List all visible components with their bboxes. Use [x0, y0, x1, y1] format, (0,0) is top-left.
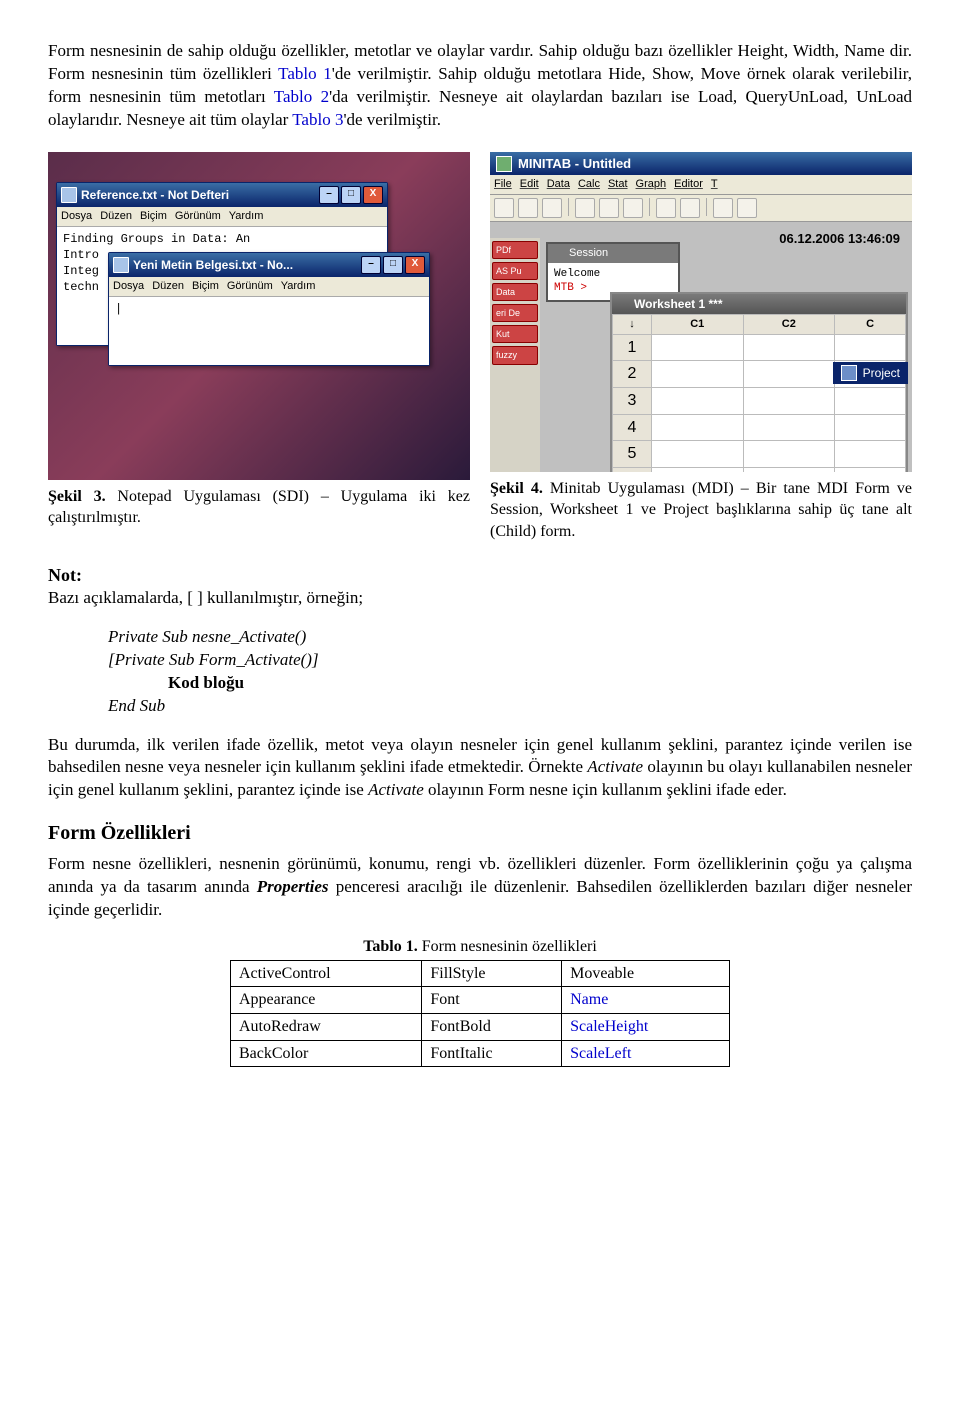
window-title-2: Yeni Metin Belgesi.txt - No...: [133, 257, 293, 273]
copy-icon[interactable]: [599, 198, 619, 218]
worksheet-grid[interactable]: ↓C1C2C 1 2 3 4 5 6: [612, 314, 906, 472]
project-button[interactable]: Project: [833, 362, 908, 384]
print-icon[interactable]: [542, 198, 562, 218]
maximize-button[interactable]: □: [341, 186, 361, 204]
save-icon[interactable]: [518, 198, 538, 218]
minitab-screenshot-mdi: MINITAB - Untitled FileEditDataCalcStatG…: [490, 152, 912, 472]
menu-bar[interactable]: DosyaDüzenBiçimGörünümYardım: [109, 277, 429, 297]
figures-row: Reference.txt - Not Defteri – □ X DosyaD…: [48, 152, 912, 543]
figure-3: Reference.txt - Not Defteri – □ X DosyaD…: [48, 152, 470, 529]
minimize-button[interactable]: –: [361, 256, 381, 274]
note-heading: Not:: [48, 563, 912, 587]
cut-icon[interactable]: [575, 198, 595, 218]
figure-4-caption: Şekil 4. Minitab Uygulaması (MDI) – Bir …: [490, 478, 912, 543]
explanation-paragraph: Bu durumda, ilk verilen ifade özellik, m…: [48, 734, 912, 803]
redo-icon[interactable]: [680, 198, 700, 218]
note-text: Bazı açıklamalarda, [ ] kullanılmıştır, …: [48, 587, 912, 610]
form-properties-table: ActiveControlFillStyleMoveable Appearance…: [230, 960, 730, 1067]
link-table3[interactable]: Tablo 3: [292, 110, 343, 129]
table-cell: Moveable: [562, 960, 730, 987]
window-title-1: Reference.txt - Not Defteri: [81, 187, 229, 203]
table-cell: AutoRedraw: [231, 1013, 422, 1040]
project-icon: [841, 365, 857, 381]
table-cell: BackColor: [231, 1040, 422, 1067]
table-cell: ActiveControl: [231, 960, 422, 987]
table-cell: FontBold: [422, 1013, 562, 1040]
minimize-button[interactable]: –: [319, 186, 339, 204]
timestamp: 06.12.2006 13:46:09: [779, 230, 900, 248]
close-button[interactable]: X: [405, 256, 425, 274]
form-properties-paragraph: Form nesne özellikleri, nesnenin görünüm…: [48, 853, 912, 922]
table-cell: FillStyle: [422, 960, 562, 987]
section-heading-form-ozellikleri: Form Özellikleri: [48, 820, 912, 847]
left-sidebar: PDf AS Pu Data eri De Kut fuzzy: [490, 238, 540, 472]
notepad-icon: [113, 257, 129, 273]
code-example: Private Sub nesne_Activate() [Private Su…: [108, 626, 912, 718]
undo-icon[interactable]: [656, 198, 676, 218]
app-title: MINITAB - Untitled: [518, 155, 631, 173]
menu-bar[interactable]: DosyaDüzenBiçimGörünümYardım: [57, 207, 387, 227]
intro-paragraph: Form nesnesinin de sahip olduğu özellikl…: [48, 40, 912, 132]
desktop-screenshot-sdi: Reference.txt - Not Defteri – □ X DosyaD…: [48, 152, 470, 480]
paste-icon[interactable]: [623, 198, 643, 218]
property-link[interactable]: ScaleLeft: [562, 1040, 730, 1067]
table-cell: Appearance: [231, 987, 422, 1014]
close-button[interactable]: X: [363, 186, 383, 204]
session-icon: [553, 247, 565, 259]
property-link[interactable]: Name: [562, 987, 730, 1014]
figure-4: MINITAB - Untitled FileEditDataCalcStatG…: [490, 152, 912, 543]
property-link[interactable]: ScaleHeight: [562, 1013, 730, 1040]
toolbar[interactable]: [490, 195, 912, 222]
minitab-menu-bar[interactable]: FileEditDataCalcStatGraphEditorT: [490, 175, 912, 195]
notepad-icon: [61, 187, 77, 203]
open-icon[interactable]: [494, 198, 514, 218]
tool-icon[interactable]: [737, 198, 757, 218]
maximize-button[interactable]: □: [383, 256, 403, 274]
minitab-icon: [496, 156, 512, 172]
figure-3-caption: Şekil 3. Notepad Uygulaması (SDI) – Uygu…: [48, 486, 470, 529]
table-cell: FontItalic: [422, 1040, 562, 1067]
link-table2[interactable]: Tablo 2: [274, 87, 329, 106]
link-table1[interactable]: Tablo 1: [278, 64, 332, 83]
table-cell: Font: [422, 987, 562, 1014]
worksheet-icon: [618, 298, 630, 310]
table-1: Tablo 1. Form nesnesinin özellikleri Act…: [230, 936, 730, 1067]
chart-icon[interactable]: [713, 198, 733, 218]
